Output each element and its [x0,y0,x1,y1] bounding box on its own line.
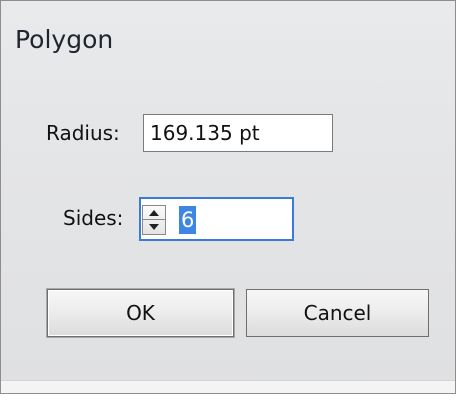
polygon-dialog: Polygon Radius: 169.135 pt Sides: 6 OK C… [0,0,456,394]
sides-stepper[interactable] [142,205,166,235]
stepper-up-button[interactable] [143,206,165,220]
stepper-down-button[interactable] [143,220,165,234]
sides-input[interactable]: 6 [139,197,294,241]
sides-value: 6 [179,206,197,234]
cancel-button[interactable]: Cancel [246,289,429,337]
radius-input[interactable]: 169.135 pt [143,114,333,152]
arrow-down-icon [149,224,159,230]
sides-label: Sides: [63,206,124,230]
dialog-title: Polygon [15,25,114,54]
arrow-up-icon [149,209,159,216]
radius-label: Radius: [46,121,120,145]
ok-button[interactable]: OK [47,289,234,337]
